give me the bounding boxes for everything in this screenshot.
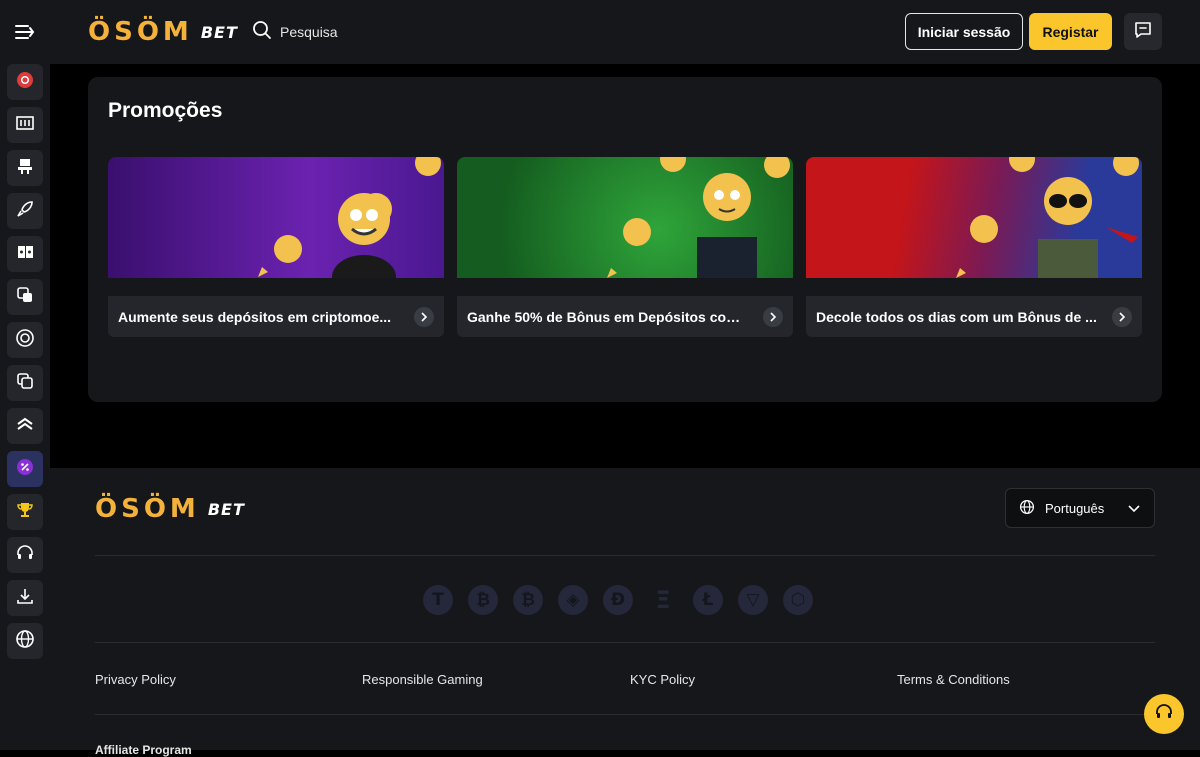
search-placeholder: Pesquisa — [280, 23, 338, 40]
promo-card-label: Ganhe 50% de Bônus em Depósitos com... — [467, 308, 749, 325]
privacy-policy-link[interactable]: Privacy Policy — [95, 672, 176, 687]
chevron-right-icon[interactable] — [1112, 307, 1132, 327]
headset-icon — [15, 543, 35, 568]
kyc-policy-link[interactable]: KYC Policy — [630, 672, 695, 687]
promo-card-label: Aumente seus depósitos em criptomoe... — [118, 308, 392, 325]
promo-card-crypto[interactable]: ₿ Aumente seus depósitos em criptomoe... — [108, 140, 444, 337]
roulette-icon — [15, 328, 35, 353]
language-value: Português — [1045, 500, 1105, 516]
logo-text: ÖSÖM — [88, 17, 193, 47]
top-bar: ÖSÖM BET Pesquisa Iniciar sessão Regista… — [0, 0, 1200, 64]
search-box[interactable]: Pesquisa — [252, 20, 338, 43]
terms-conditions-link[interactable]: Terms & Conditions — [897, 672, 1010, 687]
headset-icon — [1154, 702, 1174, 727]
promo-card-bar: Decole todos os dias com um Bônus de ... — [806, 296, 1142, 337]
site-logo[interactable]: ÖSÖM BET — [88, 16, 238, 48]
promo-card-deposit[interactable]: Ganhe 50% de Bônus em Depósitos com... — [457, 140, 793, 337]
language-select[interactable]: Português — [1005, 488, 1155, 528]
cards-icon — [15, 242, 35, 267]
search-icon — [252, 20, 272, 43]
mascot-illustration — [956, 157, 1139, 278]
copy-icon — [15, 371, 35, 396]
footer-divider — [95, 642, 1155, 643]
bitcoin-cash-icon: ₿ — [513, 585, 543, 615]
chevrons-up-icon — [15, 414, 35, 439]
promo-card-bar: Aumente seus depósitos em criptomoe... — [108, 296, 444, 337]
dice-icon — [15, 285, 35, 310]
mascot-illustration: ₿ — [258, 157, 441, 278]
sidebar-item-language[interactable] — [7, 623, 43, 659]
promotions-panel: Promoções ₿ Aumente seus depósitos em cr… — [88, 77, 1162, 402]
mascot-illustration — [607, 157, 790, 278]
sidebar-item-roulette[interactable] — [7, 322, 43, 358]
casino-chip-icon — [15, 70, 35, 95]
chevron-right-icon[interactable] — [414, 307, 434, 327]
sidebar-item-tournaments[interactable] — [7, 494, 43, 530]
live-dealer-icon — [15, 156, 35, 181]
chat-button[interactable] — [1124, 13, 1162, 50]
sidebar — [0, 64, 50, 750]
litecoin-icon: Ł — [693, 585, 723, 615]
chevron-down-icon — [1128, 501, 1140, 516]
sidebar-item-slots[interactable] — [7, 107, 43, 143]
affiliate-program-link[interactable]: Affiliate Program — [95, 743, 192, 757]
sidebar-item-support[interactable] — [7, 537, 43, 573]
percent-promo-icon — [15, 457, 35, 482]
sidebar-item-download[interactable] — [7, 580, 43, 616]
footer-logo-suffix: BET — [207, 499, 245, 519]
promo-card-bar: Ganhe 50% de Bônus em Depósitos com... — [457, 296, 793, 337]
promotions-title: Promoções — [108, 99, 223, 122]
footer-logo-text: ÖSÖM — [95, 494, 200, 524]
chat-icon — [1133, 20, 1153, 43]
promo-card-image: ₿ — [108, 157, 444, 278]
globe-icon — [1019, 499, 1035, 518]
footer-divider — [95, 714, 1155, 715]
tether-icon: T — [423, 585, 453, 615]
dogecoin-icon: Đ — [603, 585, 633, 615]
crypto-icons: T ₿ ₿ ◈ Đ Ξ Ł ▽ ⬡ — [423, 585, 813, 615]
responsible-gaming-link[interactable]: Responsible Gaming — [362, 672, 483, 687]
sidebar-item-vip[interactable] — [7, 408, 43, 444]
footer-logo[interactable]: ÖSÖM BET — [95, 494, 245, 524]
sidebar-item-cards[interactable] — [7, 236, 43, 272]
slot-machine-icon — [15, 113, 35, 138]
promo-card-daily[interactable]: Decole todos os dias com um Bônus de ... — [806, 140, 1142, 337]
ethereum-icon: Ξ — [655, 586, 671, 614]
globe-icon — [15, 629, 35, 654]
sidebar-item-promotions[interactable] — [7, 451, 43, 487]
sidebar-item-crash[interactable] — [7, 193, 43, 229]
binance-icon: ◈ — [558, 585, 588, 615]
logo-suffix: BET — [200, 22, 238, 42]
tron-icon: ▽ — [738, 585, 768, 615]
sidebar-item-tables[interactable] — [7, 365, 43, 401]
support-chat-button[interactable] — [1144, 694, 1184, 734]
promo-card-label: Decole todos os dias com um Bônus de ... — [816, 308, 1097, 325]
footer-divider — [95, 555, 1155, 556]
sidebar-item-live[interactable] — [7, 150, 43, 186]
download-icon — [15, 586, 35, 611]
trophy-icon — [15, 500, 35, 525]
rocket-icon — [15, 199, 35, 224]
promo-card-image — [457, 157, 793, 278]
register-button[interactable]: Registar — [1029, 13, 1112, 50]
sidebar-item-casino[interactable] — [7, 64, 43, 100]
login-button[interactable]: Iniciar sessão — [905, 13, 1023, 50]
footer: ÖSÖM BET Português T ₿ ₿ ◈ Đ Ξ Ł ▽ ⬡ Pri… — [50, 468, 1200, 757]
sidebar-item-dice[interactable] — [7, 279, 43, 315]
chevron-right-icon[interactable] — [763, 307, 783, 327]
bitcoin-icon: ₿ — [468, 585, 498, 615]
ripple-icon: ⬡ — [783, 585, 813, 615]
promo-card-image — [806, 157, 1142, 278]
menu-collapse-icon[interactable] — [14, 22, 36, 42]
